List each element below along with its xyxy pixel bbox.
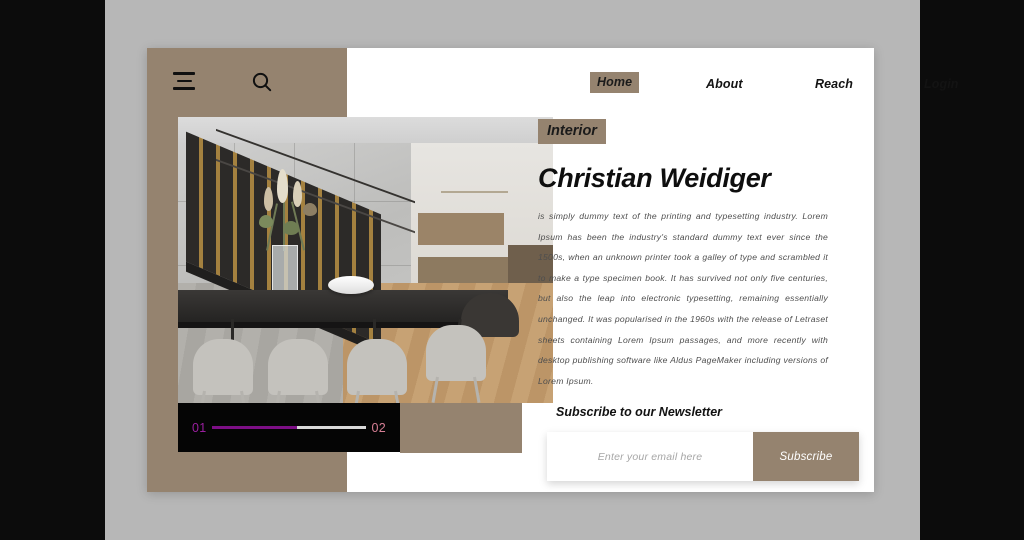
photo-pendant-rail [440,191,508,193]
photo-chair [268,339,328,403]
slider-current-index: 01 [192,420,207,435]
hero-image [178,117,553,403]
newsletter-heading: Subscribe to our Newsletter [556,405,723,420]
hamburger-menu-icon[interactable] [173,72,195,92]
photo-ceiling [178,117,553,143]
nav-item-reach[interactable]: Reach [808,74,860,95]
photo-kitchen-cabinet-upper [418,213,505,245]
photo-chair [346,339,407,403]
photo-chair [193,339,253,403]
subscribe-button[interactable]: Subscribe [753,432,859,482]
nav-item-login[interactable]: Login [917,74,966,95]
page-title: Christian Weidiger [538,163,771,193]
menu-line-1 [173,72,195,75]
nav-item-home[interactable]: Home [590,72,640,93]
email-input[interactable] [547,432,753,482]
slider-total-index: 02 [371,420,386,435]
website-mockup-card: Home About Reach Login 01 02 Interior Ch… [147,48,958,492]
photo-chair [425,325,486,403]
main-navigation: Home About Reach Login [347,48,958,117]
category-badge: Interior [538,119,606,144]
slider-track[interactable] [211,426,367,429]
body-paragraph: is simply dummy text of the printing and… [538,211,828,386]
screenshot-root: Home About Reach Login 01 02 Interior Ch… [0,0,1024,540]
search-icon[interactable] [250,70,274,94]
newsletter-form: Subscribe [547,432,859,482]
slider-progress-fill [211,426,297,429]
menu-line-2 [176,79,192,83]
photo-ceramic-bowl [328,276,374,294]
menu-line-3 [173,87,195,90]
hero-accent-block-right [400,403,522,453]
header-icon-group [147,48,347,117]
image-slider-bar[interactable]: 01 02 [178,403,400,452]
photo-glass-vase [271,245,298,291]
photo-flower-arrangement [253,169,321,251]
nav-item-about[interactable]: About [699,74,750,95]
content-column: Interior Christian Weidiger is simply du… [538,117,874,492]
